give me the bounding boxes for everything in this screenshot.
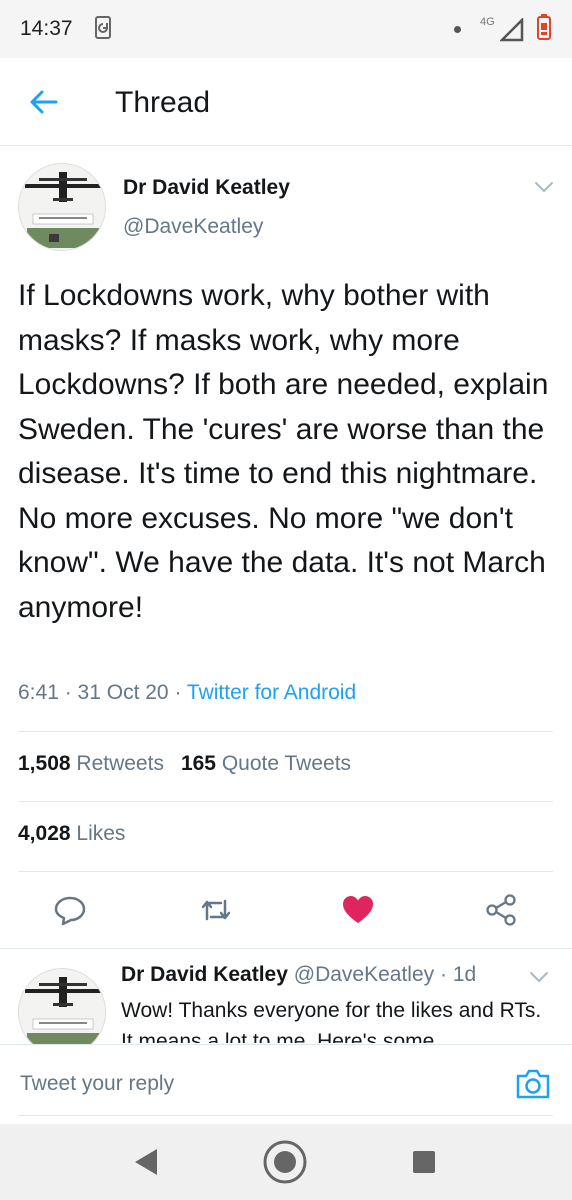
reply-author-handle: @DaveKeatley	[293, 963, 435, 986]
reply-author-name: Dr David Keatley	[121, 963, 288, 986]
chevron-down-icon[interactable]	[528, 968, 550, 986]
reply-avatar[interactable]	[18, 968, 106, 1056]
engagement-stats: 1,508 Retweets 165 Quote Tweets	[18, 752, 351, 776]
divider	[18, 871, 553, 872]
tweet-text: If Lockdowns work, why bother with masks…	[18, 279, 549, 624]
reply-header[interactable]: Dr David Keatley @DaveKeatley · 1d	[121, 963, 476, 987]
reply-input[interactable]: Tweet your reply	[20, 1072, 174, 1096]
status-time: 14:37	[20, 17, 73, 40]
retweets-count: 1,508	[18, 752, 71, 775]
tweet-source-link[interactable]: Twitter for Android	[187, 681, 356, 704]
retweets-stat[interactable]: 1,508 Retweets	[18, 752, 164, 775]
likes-label: Likes	[76, 822, 126, 845]
divider	[18, 801, 553, 802]
avatar[interactable]	[18, 163, 106, 251]
system-nav-bar	[0, 1124, 572, 1200]
chevron-down-icon[interactable]	[533, 178, 555, 196]
reply-text[interactable]: Wow! Thanks everyone for the likes and R…	[121, 995, 551, 1043]
quote-tweets-stat[interactable]: 165 Quote Tweets	[181, 752, 351, 775]
tweet-meta: 6:41 · 31 Oct 20 · Twitter for Android	[18, 681, 356, 705]
avatar-image	[19, 969, 105, 1055]
nav-back-icon[interactable]	[131, 1146, 161, 1178]
nav-home-icon[interactable]	[262, 1139, 308, 1185]
quote-tweets-label: Quote Tweets	[221, 752, 352, 775]
top-app-bar: Thread	[0, 58, 572, 146]
retweet-icon[interactable]	[199, 893, 233, 927]
reply-composer: Tweet your reply	[0, 1044, 572, 1124]
reply-age: 1d	[452, 963, 477, 986]
retweets-label: Retweets	[76, 752, 164, 775]
signal-icon	[500, 18, 524, 42]
page-title: Thread	[115, 86, 211, 119]
quote-tweets-count: 165	[180, 752, 216, 775]
author-name[interactable]: Dr David Keatley	[123, 176, 290, 200]
network-type: 4G	[480, 16, 495, 28]
share-icon[interactable]	[484, 893, 518, 927]
meta-separator: ·	[64, 681, 78, 704]
likes-stat[interactable]: 4,028 Likes	[18, 822, 125, 846]
phone-sync-icon	[95, 16, 111, 39]
battery-low-icon	[537, 14, 551, 40]
tweet-date: 31 Oct 20	[77, 681, 169, 704]
meta-separator: ·	[174, 681, 187, 704]
back-arrow-icon[interactable]	[28, 86, 60, 118]
section-divider	[0, 948, 572, 949]
status-bar: 14:37 4G	[0, 0, 572, 58]
likes-count: 4,028	[18, 822, 71, 845]
author-handle[interactable]: @DaveKeatley	[123, 215, 263, 239]
input-underline	[18, 1115, 553, 1116]
divider	[18, 731, 553, 732]
camera-icon[interactable]	[514, 1067, 552, 1101]
avatar-image	[19, 164, 105, 250]
reply-icon[interactable]	[53, 893, 87, 927]
like-icon[interactable]	[341, 893, 375, 927]
nav-recents-icon[interactable]	[412, 1150, 436, 1174]
meta-separator: ·	[434, 963, 453, 986]
notification-dot-icon	[454, 26, 461, 33]
tweet-time: 6:41	[18, 681, 59, 704]
